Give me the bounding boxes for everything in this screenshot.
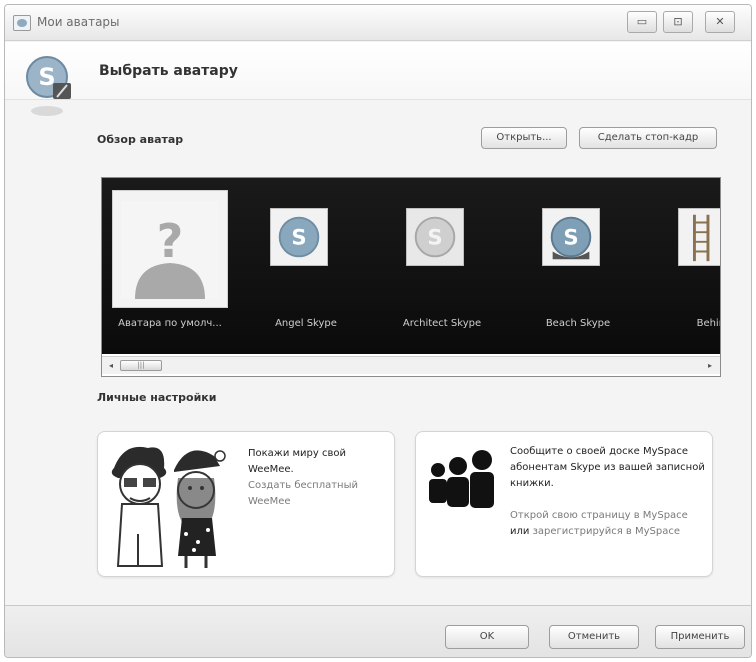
svg-text:?: ?: [157, 214, 184, 268]
avatar-label: Аватара по умолч...: [118, 318, 222, 329]
myspace-register-link[interactable]: зарегистрируйся в MySpace: [533, 526, 680, 537]
close-button[interactable]: ✕: [705, 11, 735, 33]
scroll-thumb[interactable]: |||: [120, 360, 162, 371]
weemee-create-link[interactable]: Создать бесплатный WeeMee: [248, 478, 388, 510]
personal-section-title: Личные настройки: [97, 391, 217, 404]
dialog-window: Мои аватары ▭ ⊡ ✕ S Выбрать аватару Обзо…: [4, 4, 752, 658]
open-button[interactable]: Открыть...: [481, 127, 567, 149]
minimize-button[interactable]: ▭: [627, 11, 657, 33]
weemee-card[interactable]: Покажи миру свой WeeMee. Создать бесплат…: [97, 431, 395, 577]
avatar-label: Angel Skype: [275, 318, 337, 329]
avatar-label: Beach Skype: [545, 318, 611, 329]
cancel-button[interactable]: Отменить: [549, 625, 639, 649]
browse-section-title: Обзор аватар: [97, 133, 184, 146]
myspace-card[interactable]: Сообщите о своей доске MySpace абонентам…: [415, 431, 713, 577]
avatar-item-default[interactable]: ? Аватара по умолч...: [102, 178, 238, 354]
maximize-button[interactable]: ⊡: [663, 11, 693, 33]
avatar-gallery: ? Аватара по умолч... S Angel Skype S Ar…: [101, 177, 721, 377]
myspace-heading: Сообщите о своей доске MySpace абонентам…: [510, 446, 705, 489]
avatar-item-behind[interactable]: Behind: [646, 178, 720, 354]
avatar-item-angel[interactable]: S Angel Skype: [238, 178, 374, 354]
scroll-right-icon[interactable]: ▸: [704, 360, 716, 372]
myspace-people-icon: [429, 450, 494, 508]
weemee-characters-icon: [111, 446, 226, 568]
apply-button[interactable]: Применить: [655, 625, 745, 649]
avatar-strip: ? Аватара по умолч... S Angel Skype S Ar…: [102, 178, 720, 354]
skype-avatar-icon: S: [406, 208, 464, 266]
dialog-footer: [5, 605, 751, 657]
skype-avatar-icon: S: [270, 208, 328, 266]
myspace-links: Открой свою страницу в MySpace или зарег…: [510, 508, 706, 540]
weemee-heading: Покажи миру свой WeeMee.: [248, 448, 346, 475]
svg-text:S: S: [563, 226, 578, 251]
window-title: Мои аватары: [37, 15, 120, 29]
myspace-open-link[interactable]: Открой свою страницу в MySpace: [510, 510, 688, 521]
page-title: Выбрать аватару: [99, 63, 238, 79]
avatar-item-architect[interactable]: S Architect Skype: [374, 178, 510, 354]
myspace-or-text: или: [510, 526, 530, 537]
avatar-selection-frame: ?: [112, 190, 228, 308]
skype-logo-icon: S: [26, 56, 71, 116]
snapshot-button[interactable]: Сделать стоп-кадр: [579, 127, 717, 149]
svg-text:S: S: [427, 226, 442, 251]
avatar-label: Behind: [696, 318, 720, 329]
scroll-left-icon[interactable]: ◂: [105, 360, 117, 372]
avatar-item-beach[interactable]: S Beach Skype: [510, 178, 646, 354]
svg-text:S: S: [291, 226, 306, 251]
default-avatar-icon: ?: [121, 201, 219, 299]
avatar-label: Architect Skype: [402, 318, 482, 329]
ok-button[interactable]: OK: [445, 625, 529, 649]
skype-avatar-icon: S: [542, 208, 600, 266]
title-bar[interactable]: Мои аватары ▭ ⊡ ✕: [5, 5, 751, 41]
gallery-scrollbar[interactable]: ◂ ||| ▸: [102, 356, 720, 374]
ladder-avatar-icon: [678, 208, 720, 266]
window-app-icon: [13, 15, 31, 31]
